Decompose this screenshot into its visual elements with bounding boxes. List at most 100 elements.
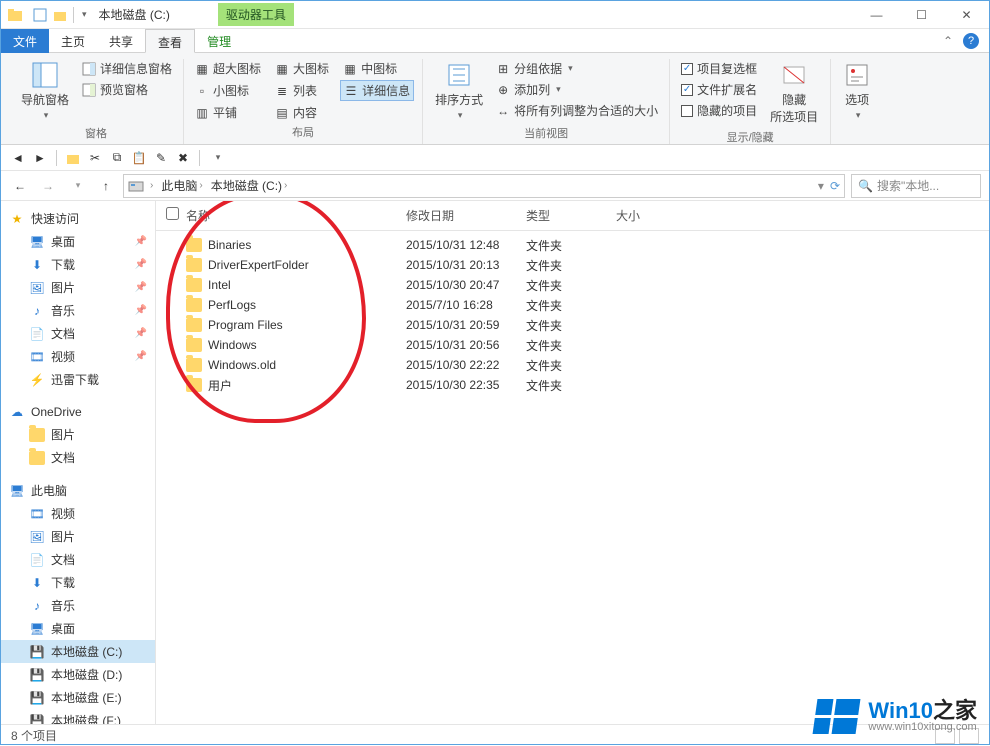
sidebar-item-desktop[interactable]: 🖥桌面 — [1, 230, 155, 253]
layout-tiles[interactable]: ▥平铺 — [192, 103, 264, 122]
sidebar-item-videos[interactable]: 🎞视频 — [1, 345, 155, 368]
file-date: 2015/10/30 22:22 — [406, 358, 526, 372]
nav-forward-button[interactable]: → — [37, 175, 59, 197]
qat-new-folder-icon[interactable] — [53, 8, 67, 22]
picture-icon: 🖼 — [29, 529, 45, 545]
sidebar-onedrive-documents[interactable]: 文档 — [1, 446, 155, 469]
sidebar-this-pc[interactable]: 🖥此电脑 — [1, 479, 155, 502]
sidebar-item-documents[interactable]: 📄文档 — [1, 322, 155, 345]
new-folder-small-icon[interactable] — [64, 149, 82, 167]
column-date[interactable]: 修改日期 — [406, 207, 526, 224]
table-row[interactable]: DriverExpertFolder2015/10/31 20:13文件夹 — [156, 255, 989, 275]
minimize-ribbon-icon[interactable]: ⌃ — [943, 34, 953, 48]
select-all-checkbox[interactable] — [166, 207, 179, 220]
item-checkboxes-toggle[interactable]: ✓项目复选框 — [678, 59, 760, 78]
table-row[interactable]: PerfLogs2015/7/10 16:28文件夹 — [156, 295, 989, 315]
table-row[interactable]: Intel2015/10/30 20:47文件夹 — [156, 275, 989, 295]
desktop-icon: 🖥 — [29, 234, 45, 250]
preview-pane-button[interactable]: 预览窗格 — [79, 80, 175, 99]
back-small-icon[interactable]: ◄ — [9, 149, 27, 167]
layout-list[interactable]: ≣列表 — [272, 80, 332, 101]
sidebar-drive-c[interactable]: 💾本地磁盘 (C:) — [1, 640, 155, 663]
qat-properties-icon[interactable] — [33, 8, 47, 22]
download-icon: ⬇ — [29, 575, 45, 591]
file-type: 文件夹 — [526, 377, 616, 394]
column-type[interactable]: 类型 — [526, 207, 616, 224]
tab-home[interactable]: 主页 — [49, 29, 97, 53]
layout-medium[interactable]: ▦中图标 — [340, 59, 414, 78]
column-headers: 名称 修改日期 类型 大小 — [156, 201, 989, 231]
search-placeholder: 搜索"本地... — [877, 177, 939, 194]
layout-large[interactable]: ▦大图标 — [272, 59, 332, 78]
sidebar-thispc-music[interactable]: ♪音乐 — [1, 594, 155, 617]
sidebar-thispc-desktop[interactable]: 🖥桌面 — [1, 617, 155, 640]
column-size[interactable]: 大小 — [616, 207, 696, 224]
navigation-pane-icon — [31, 61, 59, 89]
refresh-icon[interactable]: ⟳ — [830, 179, 840, 193]
size-all-columns-button[interactable]: ↔将所有列调整为合适的大小 — [493, 101, 661, 120]
sidebar-thispc-pictures[interactable]: 🖼图片 — [1, 525, 155, 548]
file-extensions-toggle[interactable]: ✓文件扩展名 — [678, 80, 760, 99]
sort-by-button[interactable]: 排序方式▾ — [431, 59, 487, 123]
sidebar-thispc-videos[interactable]: 🎞视频 — [1, 502, 155, 525]
tab-file[interactable]: 文件 — [1, 29, 49, 53]
hide-selected-button[interactable]: 隐藏 所选项目 — [766, 59, 822, 127]
copy-small-icon[interactable]: ⧉ — [108, 149, 126, 167]
layout-extra-large[interactable]: ▦超大图标 — [192, 59, 264, 78]
search-box[interactable]: 🔍 搜索"本地... — [851, 174, 981, 198]
close-button[interactable]: ✕ — [944, 1, 989, 29]
breadcrumb-this-pc[interactable]: 此电脑 › — [159, 177, 204, 194]
cut-small-icon[interactable]: ✂ — [86, 149, 104, 167]
layout-content[interactable]: ▤内容 — [272, 103, 332, 122]
download-icon: ⬇ — [29, 257, 45, 273]
tab-view[interactable]: 查看 — [145, 29, 195, 53]
breadcrumb-drive[interactable]: 本地磁盘 (C:) › — [209, 177, 290, 194]
maximize-button[interactable]: ☐ — [899, 1, 944, 29]
nav-back-button[interactable]: ← — [9, 175, 31, 197]
sidebar-drive-e[interactable]: 💾本地磁盘 (E:) — [1, 686, 155, 709]
details-pane-button[interactable]: 详细信息窗格 — [79, 59, 175, 78]
table-row[interactable]: Windows.old2015/10/30 22:22文件夹 — [156, 355, 989, 375]
paste-small-icon[interactable]: 📋 — [130, 149, 148, 167]
column-name[interactable]: 名称 — [186, 207, 406, 224]
sidebar-item-music[interactable]: ♪音乐 — [1, 299, 155, 322]
delete-small-icon[interactable]: ✖ — [174, 149, 192, 167]
table-row[interactable]: 用户2015/10/30 22:35文件夹 — [156, 375, 989, 395]
options-button[interactable]: 选项▾ — [839, 59, 875, 123]
nav-history-dropdown[interactable]: ▾ — [67, 175, 89, 197]
sidebar-onedrive-pictures[interactable]: 图片 — [1, 423, 155, 446]
tab-share[interactable]: 共享 — [97, 29, 145, 53]
table-row[interactable]: Program Files2015/10/31 20:59文件夹 — [156, 315, 989, 335]
table-row[interactable]: Windows2015/10/31 20:56文件夹 — [156, 335, 989, 355]
navigation-pane[interactable]: ★ 快速访问 🖥桌面 ⬇下载 🖼图片 ♪音乐 📄文档 🎞视频 ⚡迅雷下载 ☁On… — [1, 201, 156, 724]
sidebar-item-thunder[interactable]: ⚡迅雷下载 — [1, 368, 155, 391]
tab-manage[interactable]: 管理 — [195, 29, 243, 53]
minimize-button[interactable]: — — [854, 1, 899, 29]
help-icon[interactable]: ? — [963, 33, 979, 49]
address-bar[interactable]: › 此电脑 › 本地磁盘 (C:) › ▾ ⟳ — [123, 174, 845, 198]
rename-small-icon[interactable]: ✎ — [152, 149, 170, 167]
qat-customize-dropdown[interactable]: ▾ — [82, 9, 87, 20]
sidebar-drive-f[interactable]: 💾本地磁盘 (F:) — [1, 709, 155, 724]
sidebar-quick-access[interactable]: ★ 快速访问 — [1, 207, 155, 230]
layout-small[interactable]: ▫小图标 — [192, 80, 264, 101]
address-dropdown-icon[interactable]: ▾ — [818, 179, 824, 193]
folder-icon — [29, 450, 45, 466]
navigation-pane-button[interactable]: 导航窗格 ▾ — [17, 59, 73, 123]
forward-small-icon[interactable]: ► — [31, 149, 49, 167]
sidebar-item-pictures[interactable]: 🖼图片 — [1, 276, 155, 299]
layout-details[interactable]: ☰详细信息 — [340, 80, 414, 101]
toolbar-dropdown[interactable]: ▾ — [209, 149, 227, 167]
file-date: 2015/7/10 16:28 — [406, 298, 526, 312]
sidebar-onedrive[interactable]: ☁OneDrive — [1, 401, 155, 423]
group-by-button[interactable]: ⊞分组依据▾ — [493, 59, 661, 78]
sidebar-drive-d[interactable]: 💾本地磁盘 (D:) — [1, 663, 155, 686]
hidden-items-toggle[interactable]: 隐藏的项目 — [678, 101, 760, 120]
sidebar-thispc-documents[interactable]: 📄文档 — [1, 548, 155, 571]
nav-up-button[interactable]: ↑ — [95, 175, 117, 197]
medium-icon: ▦ — [343, 62, 357, 76]
table-row[interactable]: Binaries2015/10/31 12:48文件夹 — [156, 235, 989, 255]
add-columns-button[interactable]: ⊕添加列▾ — [493, 80, 661, 99]
sidebar-item-downloads[interactable]: ⬇下载 — [1, 253, 155, 276]
sidebar-thispc-downloads[interactable]: ⬇下载 — [1, 571, 155, 594]
